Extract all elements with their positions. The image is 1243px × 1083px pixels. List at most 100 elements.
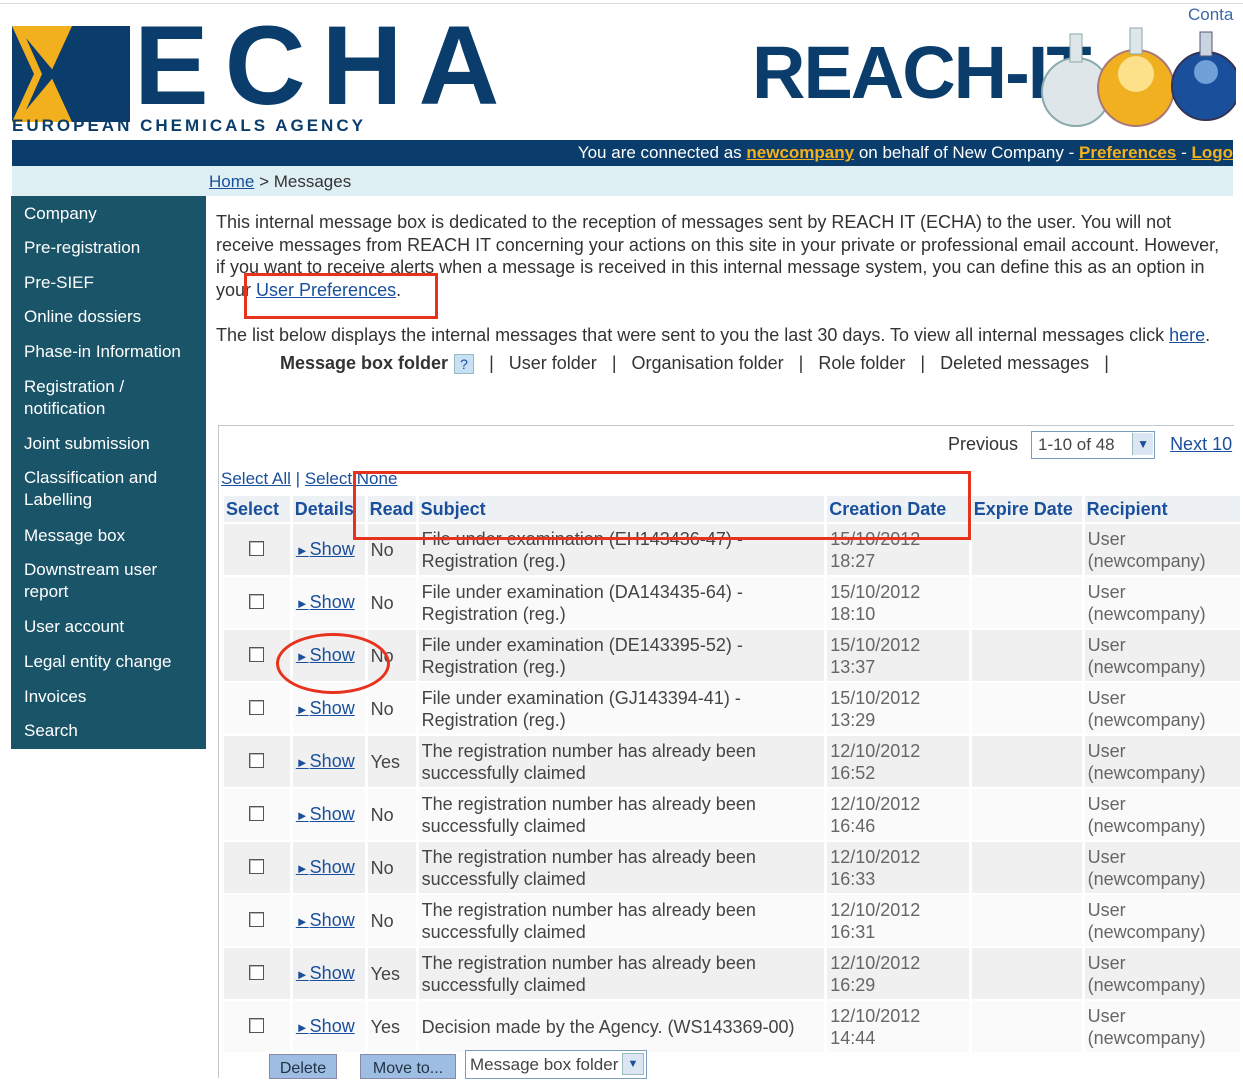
row-checkbox[interactable] bbox=[249, 752, 265, 768]
row-recipient-name: (newcompany) bbox=[1087, 921, 1206, 942]
show-details-link[interactable]: ►Show bbox=[296, 592, 355, 612]
sidebar-item-online-dossiers[interactable]: Online dossiers bbox=[24, 306, 202, 328]
table-row[interactable]: ►Show No File under examination (GJ143394-… bbox=[224, 683, 1240, 734]
row-recipient-name: (newcompany) bbox=[1087, 656, 1206, 677]
sidebar-item-pre-registration[interactable]: Pre-registration bbox=[24, 237, 202, 259]
sidebar-item-legal-entity-change[interactable]: Legal entity change bbox=[24, 651, 202, 673]
messages-table: Select Details Read Subject Creation Dat… bbox=[221, 494, 1243, 1054]
row-checkbox[interactable] bbox=[249, 593, 265, 609]
triangle-right-icon: ► bbox=[295, 595, 309, 611]
row-recipient-name: (newcompany) bbox=[1087, 815, 1206, 836]
show-label: Show bbox=[309, 697, 355, 718]
row-select-cell bbox=[224, 736, 290, 787]
row-checkbox[interactable] bbox=[249, 1017, 265, 1033]
row-recipient-role: User bbox=[1087, 1005, 1126, 1026]
tab-separator: | bbox=[489, 353, 494, 373]
table-row[interactable]: ►Show No File under examination (DA143435-… bbox=[224, 577, 1240, 628]
sidebar-item-registration-notification[interactable]: Registration / notification bbox=[24, 376, 154, 420]
table-row[interactable]: ►Show No The registration number has alrea… bbox=[224, 789, 1240, 840]
header-recipient[interactable]: Recipient bbox=[1084, 496, 1240, 522]
row-checkbox[interactable] bbox=[249, 699, 265, 715]
table-row[interactable]: ►Show Yes The registration number has alre… bbox=[224, 736, 1240, 787]
sidebar-item-downstream-user-report[interactable]: Downstream user report bbox=[24, 559, 174, 603]
sidebar-item-phase-in-information[interactable]: Phase-in Information bbox=[24, 341, 202, 363]
row-creation-day: 12/10/2012 bbox=[830, 1005, 921, 1026]
table-row[interactable]: ►Show No The registration number has alrea… bbox=[224, 895, 1240, 946]
row-creation-day: 12/10/2012 bbox=[830, 846, 921, 867]
row-checkbox[interactable] bbox=[249, 646, 265, 662]
row-expire-date bbox=[971, 577, 1082, 628]
tab-user-folder[interactable]: User folder bbox=[509, 353, 597, 373]
breadcrumb-home-link[interactable]: Home bbox=[209, 172, 254, 191]
row-recipient-role: User bbox=[1087, 634, 1126, 655]
view-all-here-link[interactable]: here bbox=[1169, 325, 1205, 345]
tab-message-box-folder[interactable]: Message box folder bbox=[280, 353, 448, 373]
next-link[interactable]: Next 10 bbox=[1170, 434, 1232, 454]
row-creation-day: 15/10/2012 bbox=[830, 581, 921, 602]
sidebar-item-company[interactable]: Company bbox=[24, 203, 202, 225]
chevron-down-icon: ▼ bbox=[1132, 433, 1154, 455]
show-details-link[interactable]: ►Show bbox=[296, 698, 355, 718]
delete-button[interactable]: Delete bbox=[269, 1054, 337, 1079]
show-details-link[interactable]: ►Show bbox=[296, 857, 355, 877]
target-folder-select[interactable]: Message box folder ▼ bbox=[465, 1050, 647, 1079]
help-icon[interactable]: ? bbox=[454, 354, 475, 375]
connection-bar: You are connected as newcompany on behal… bbox=[12, 140, 1233, 166]
row-creation-date: 15/10/2012 18:10 bbox=[827, 577, 969, 628]
select-all-link[interactable]: Select All bbox=[221, 469, 291, 488]
row-subject: File under examination (DE143395-52) - R… bbox=[418, 630, 825, 681]
sidebar-item-joint-submission[interactable]: Joint submission bbox=[24, 433, 202, 455]
tab-role-folder[interactable]: Role folder bbox=[818, 353, 905, 373]
echa-logo[interactable]: ECHA EUROPEAN CHEMICALS AGENCY bbox=[12, 10, 499, 140]
contact-link[interactable]: Conta bbox=[1188, 5, 1233, 25]
show-details-link[interactable]: ►Show bbox=[296, 751, 355, 771]
show-details-link[interactable]: ►Show bbox=[296, 1016, 355, 1036]
tab-separator: | bbox=[611, 353, 617, 373]
page-range-select[interactable]: 1-10 of 48 ▼ bbox=[1031, 431, 1156, 459]
previous-link[interactable]: Previous bbox=[948, 434, 1018, 454]
triangle-right-icon: ► bbox=[295, 860, 309, 876]
username-link[interactable]: newcompany bbox=[746, 143, 854, 162]
sidebar-item-pre-sief[interactable]: Pre-SIEF bbox=[24, 272, 202, 294]
move-to-button[interactable]: Move to... bbox=[360, 1054, 456, 1079]
sidebar-item-invoices[interactable]: Invoices bbox=[24, 686, 202, 708]
connection-prefix: You are connected as bbox=[577, 143, 747, 162]
logout-link[interactable]: Logo bbox=[1191, 143, 1233, 162]
row-checkbox[interactable] bbox=[249, 858, 265, 874]
row-recipient-role: User bbox=[1087, 952, 1126, 973]
row-recipient-role: User bbox=[1087, 528, 1126, 549]
flasks-illustration-icon bbox=[1041, 27, 1236, 127]
show-details-link[interactable]: ►Show bbox=[296, 963, 355, 983]
row-checkbox[interactable] bbox=[249, 805, 265, 821]
row-recipient-name: (newcompany) bbox=[1087, 550, 1206, 571]
row-details-cell: ►Show bbox=[292, 1001, 365, 1052]
row-checkbox[interactable] bbox=[249, 911, 265, 927]
row-creation-time: 16:46 bbox=[830, 815, 876, 836]
table-row[interactable]: ►Show Yes Decision made by the Agency. (WS… bbox=[224, 1001, 1240, 1052]
row-details-cell: ►Show bbox=[292, 948, 365, 999]
row-read: Yes bbox=[367, 736, 416, 787]
tab-deleted-messages[interactable]: Deleted messages bbox=[940, 353, 1089, 373]
row-read: No bbox=[367, 789, 416, 840]
row-checkbox[interactable] bbox=[249, 964, 265, 980]
table-row[interactable]: ►Show Yes The registration number has alre… bbox=[224, 948, 1240, 999]
row-checkbox[interactable] bbox=[249, 540, 265, 556]
show-details-link[interactable]: ►Show bbox=[296, 804, 355, 824]
sidebar-item-search[interactable]: Search bbox=[24, 720, 202, 742]
preferences-link[interactable]: Preferences bbox=[1079, 143, 1176, 162]
row-select-cell bbox=[224, 842, 290, 893]
sidebar-item-classification-labelling[interactable]: Classification and Labelling bbox=[24, 467, 174, 511]
row-creation-time: 16:31 bbox=[830, 921, 876, 942]
sidebar-item-message-box[interactable]: Message box bbox=[24, 525, 202, 547]
tab-organisation-folder[interactable]: Organisation folder bbox=[632, 353, 784, 373]
row-recipient: User (newcompany) bbox=[1084, 842, 1240, 893]
show-details-link[interactable]: ►Show bbox=[296, 539, 355, 559]
header-expire-date[interactable]: Expire Date bbox=[971, 496, 1082, 522]
show-details-link[interactable]: ►Show bbox=[296, 910, 355, 930]
pagination: Previous 1-10 of 48 ▼ Next 10 bbox=[948, 431, 1232, 459]
echa-mark-icon bbox=[12, 26, 130, 122]
row-creation-time: 16:52 bbox=[830, 762, 876, 783]
table-row[interactable]: ►Show No The registration number has alrea… bbox=[224, 842, 1240, 893]
row-select-cell bbox=[224, 524, 290, 575]
sidebar-item-user-account[interactable]: User account bbox=[24, 616, 202, 638]
